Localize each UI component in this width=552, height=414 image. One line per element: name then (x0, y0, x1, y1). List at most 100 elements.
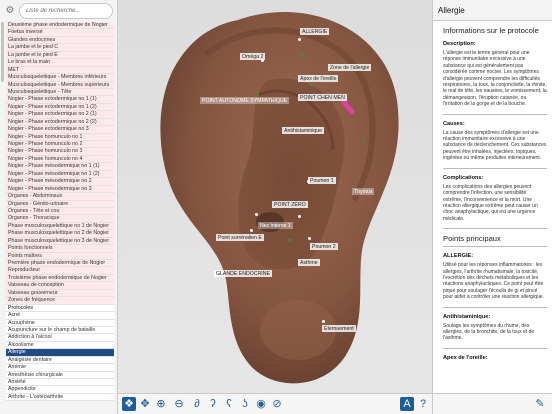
list-item[interactable]: Foetus inversé (6, 29, 114, 37)
list-item[interactable]: Addiction à l'alcool (6, 334, 114, 342)
list-item[interactable]: Musculosquelettique - Tête (6, 88, 114, 97)
edit-notes-icon[interactable]: ✎ (533, 397, 547, 411)
list-item[interactable]: Vaisseau de conception (6, 282, 114, 290)
list-item[interactable]: Reproducteur (6, 267, 114, 275)
ear-lines-icon[interactable]: ʖ (238, 397, 252, 411)
point-dot[interactable] (255, 213, 258, 216)
point-asthme[interactable]: Asthme (298, 259, 320, 266)
ear-outline-icon[interactable]: ∂ (190, 397, 204, 411)
list-item[interactable]: Acupuncture sur le champ de bataille (6, 326, 114, 335)
list-item[interactable]: Le bras et la main (6, 59, 114, 67)
point-dot[interactable] (298, 38, 301, 41)
bottom-toolbar: ❖ ✥ ⊕ ⊖ ∂ ʔ ʕ ʖ ◉ ⊘ A ? (118, 393, 432, 414)
list-item[interactable]: Phase musculosquelettique no 3 de Nogier (6, 237, 114, 246)
zoom-in-icon[interactable]: ⊕ (154, 397, 168, 411)
list-item[interactable]: Phase musculosquelettique no 1 de Nogier (6, 222, 114, 231)
search-icon[interactable]: ⚙ (4, 5, 16, 17)
causes-heading: Causes: (443, 120, 465, 127)
search-bar: ⚙ (0, 0, 117, 22)
search-input[interactable] (19, 3, 113, 19)
list-item[interactable]: Phase musculosquelettique no 2 de Nogier (6, 230, 114, 238)
info-body[interactable]: Informations sur le protocole Descriptio… (433, 21, 552, 361)
list-item[interactable]: Anesthésie chirurgicale (6, 371, 114, 379)
list-item[interactable]: Protocoles (6, 304, 114, 313)
list-item[interactable]: Points fonctionnels (6, 245, 114, 253)
point-dot[interactable] (307, 180, 310, 183)
list-item[interactable]: Alcoolisme (6, 341, 114, 350)
list-item[interactable]: Organes - Thoracique (6, 215, 114, 223)
point-apex[interactable]: Apex de l'oreille (298, 75, 339, 82)
point-zone-allergie[interactable]: Zone de l'allergie (328, 64, 372, 71)
point-dot[interactable] (261, 59, 264, 62)
list-item[interactable]: Anémie (6, 364, 114, 372)
point-autonome[interactable]: POINT AUTONOME SYMPATHIQUE (200, 97, 290, 104)
ear-3d-view[interactable]: ALLERGIE Oméga 2 Zone de l'allergie Apex… (118, 0, 432, 414)
list-item[interactable]: Points maîtres (6, 252, 114, 260)
list-item[interactable]: Nogier - Phase homunculo no 1 (6, 133, 114, 141)
list-item[interactable]: Appendicite (6, 386, 114, 394)
list-item[interactable]: MET (6, 66, 114, 75)
list-item-selected[interactable]: Allergie (6, 349, 114, 357)
list-item[interactable]: Nogier - Phase ectodermique no 1 (1) (6, 96, 114, 104)
point-dot[interactable] (322, 320, 325, 323)
list-item[interactable]: Nogier - Phase ectodermique no 2 (2) (6, 118, 114, 127)
list-item[interactable]: Première phase endodermique de Nogier (6, 260, 114, 268)
point-antihistaminique[interactable]: Antihistaminique (282, 127, 325, 134)
list-item[interactable]: Nogier - Phase homunculo no 3 (6, 148, 114, 156)
list-item[interactable]: Anxiété (6, 379, 114, 387)
list-item[interactable]: Acné (6, 312, 114, 320)
point-eternuement[interactable]: Éternuement (322, 325, 356, 332)
list-item[interactable]: Organes - Tête et cou (6, 207, 114, 216)
list-item[interactable]: Nogier - Phase mésodermique no 1 (1) (6, 163, 114, 171)
list-item[interactable]: Nogier - Phase mésodermique no 2 (6, 178, 114, 186)
list-item[interactable]: Zones de fréquence (6, 297, 114, 305)
ear-model[interactable] (118, 0, 432, 393)
causes-text: La cause des symptômes d'allergie est un… (443, 129, 547, 162)
list-item[interactable]: Arthrite - L'ostéoarthrite (6, 393, 114, 402)
zoom-out-icon[interactable]: ⊖ (172, 397, 186, 411)
item-list: Deuxième phase endodermique de Nogier Foe… (6, 22, 114, 414)
list-item[interactable]: La jambe et le pied C (6, 44, 114, 52)
point-poumon2[interactable]: Poumon 2 (310, 243, 338, 250)
point-thymus[interactable]: Thymus (352, 188, 375, 195)
text-size-icon[interactable]: A (400, 397, 414, 411)
point-allergie[interactable]: ALLERGIE (300, 28, 330, 35)
list-item[interactable]: Musculosquelettique - Membres supérieurs (6, 81, 114, 89)
list-item[interactable]: Analgésie dentaire (6, 356, 114, 365)
point-surrenalien[interactable]: Point surrénalien E (216, 234, 264, 241)
point-dot[interactable] (250, 229, 253, 232)
list-item[interactable]: La jambe et le pied E (6, 51, 114, 60)
hide-icon[interactable]: ⊘ (270, 397, 284, 411)
help-icon[interactable]: ? (416, 397, 430, 411)
point-dot[interactable] (298, 215, 301, 218)
main-points-title: Points principaux (443, 234, 501, 244)
eye-icon[interactable]: ◉ (254, 397, 268, 411)
list-item[interactable]: Organes - Abdominaux (6, 193, 114, 201)
list-item[interactable]: Nogier - Phase mésodermique no 1 (2) (6, 170, 114, 179)
list-item[interactable]: Nogier - Phase ectodermique no 2 (1) (6, 111, 114, 119)
point-zero[interactable]: POINT ZÉRO (272, 201, 308, 208)
list-item[interactable]: Organes - Génito-urinaire (6, 200, 114, 208)
list-item[interactable]: Nogier - Phase homunculo no 4 (6, 155, 114, 164)
point-glande-endocrine[interactable]: GLANDE ENDOCRINE (214, 270, 272, 277)
list-item[interactable]: Acouphène (6, 319, 114, 327)
list-item[interactable]: Glandes endocrines (6, 36, 114, 45)
allergie-text: Utilisé pour les réponses inflammatoires… (443, 262, 544, 301)
list-item[interactable]: Troisième phase endodermique de Nogier (6, 274, 114, 283)
list-item[interactable]: Nogier - Phase ectodermique no 3 (6, 126, 114, 134)
point-poumon1[interactable]: Poumon 1 (308, 177, 336, 184)
point-nez-interne[interactable]: Nez interne 1 (258, 222, 293, 229)
point-dot[interactable] (308, 237, 311, 240)
point-chen-men[interactable]: POINT CHEN MEN (298, 94, 347, 101)
ear-outline-2-icon[interactable]: ʔ (206, 397, 220, 411)
ear-points-icon[interactable]: ʕ (222, 397, 236, 411)
list-item[interactable]: Nogier - Phase ectodermique no 1 (2) (6, 103, 114, 112)
ear-view-icon[interactable]: ❖ (122, 397, 136, 411)
list-scrollbar[interactable] (1, 22, 4, 82)
list-item[interactable]: Nogier - Phase homunculo no 2 (6, 141, 114, 149)
move-icon[interactable]: ✥ (138, 397, 152, 411)
list-item[interactable]: Vaisseau gouverneur (6, 289, 114, 298)
list-item[interactable]: Musculosquelettique - Membres inférieurs (6, 74, 114, 82)
list-item[interactable]: Deuxième phase endodermique de Nogier (6, 22, 114, 30)
list-item[interactable]: Nogier - Phase mésodermique no 3 (6, 185, 114, 194)
